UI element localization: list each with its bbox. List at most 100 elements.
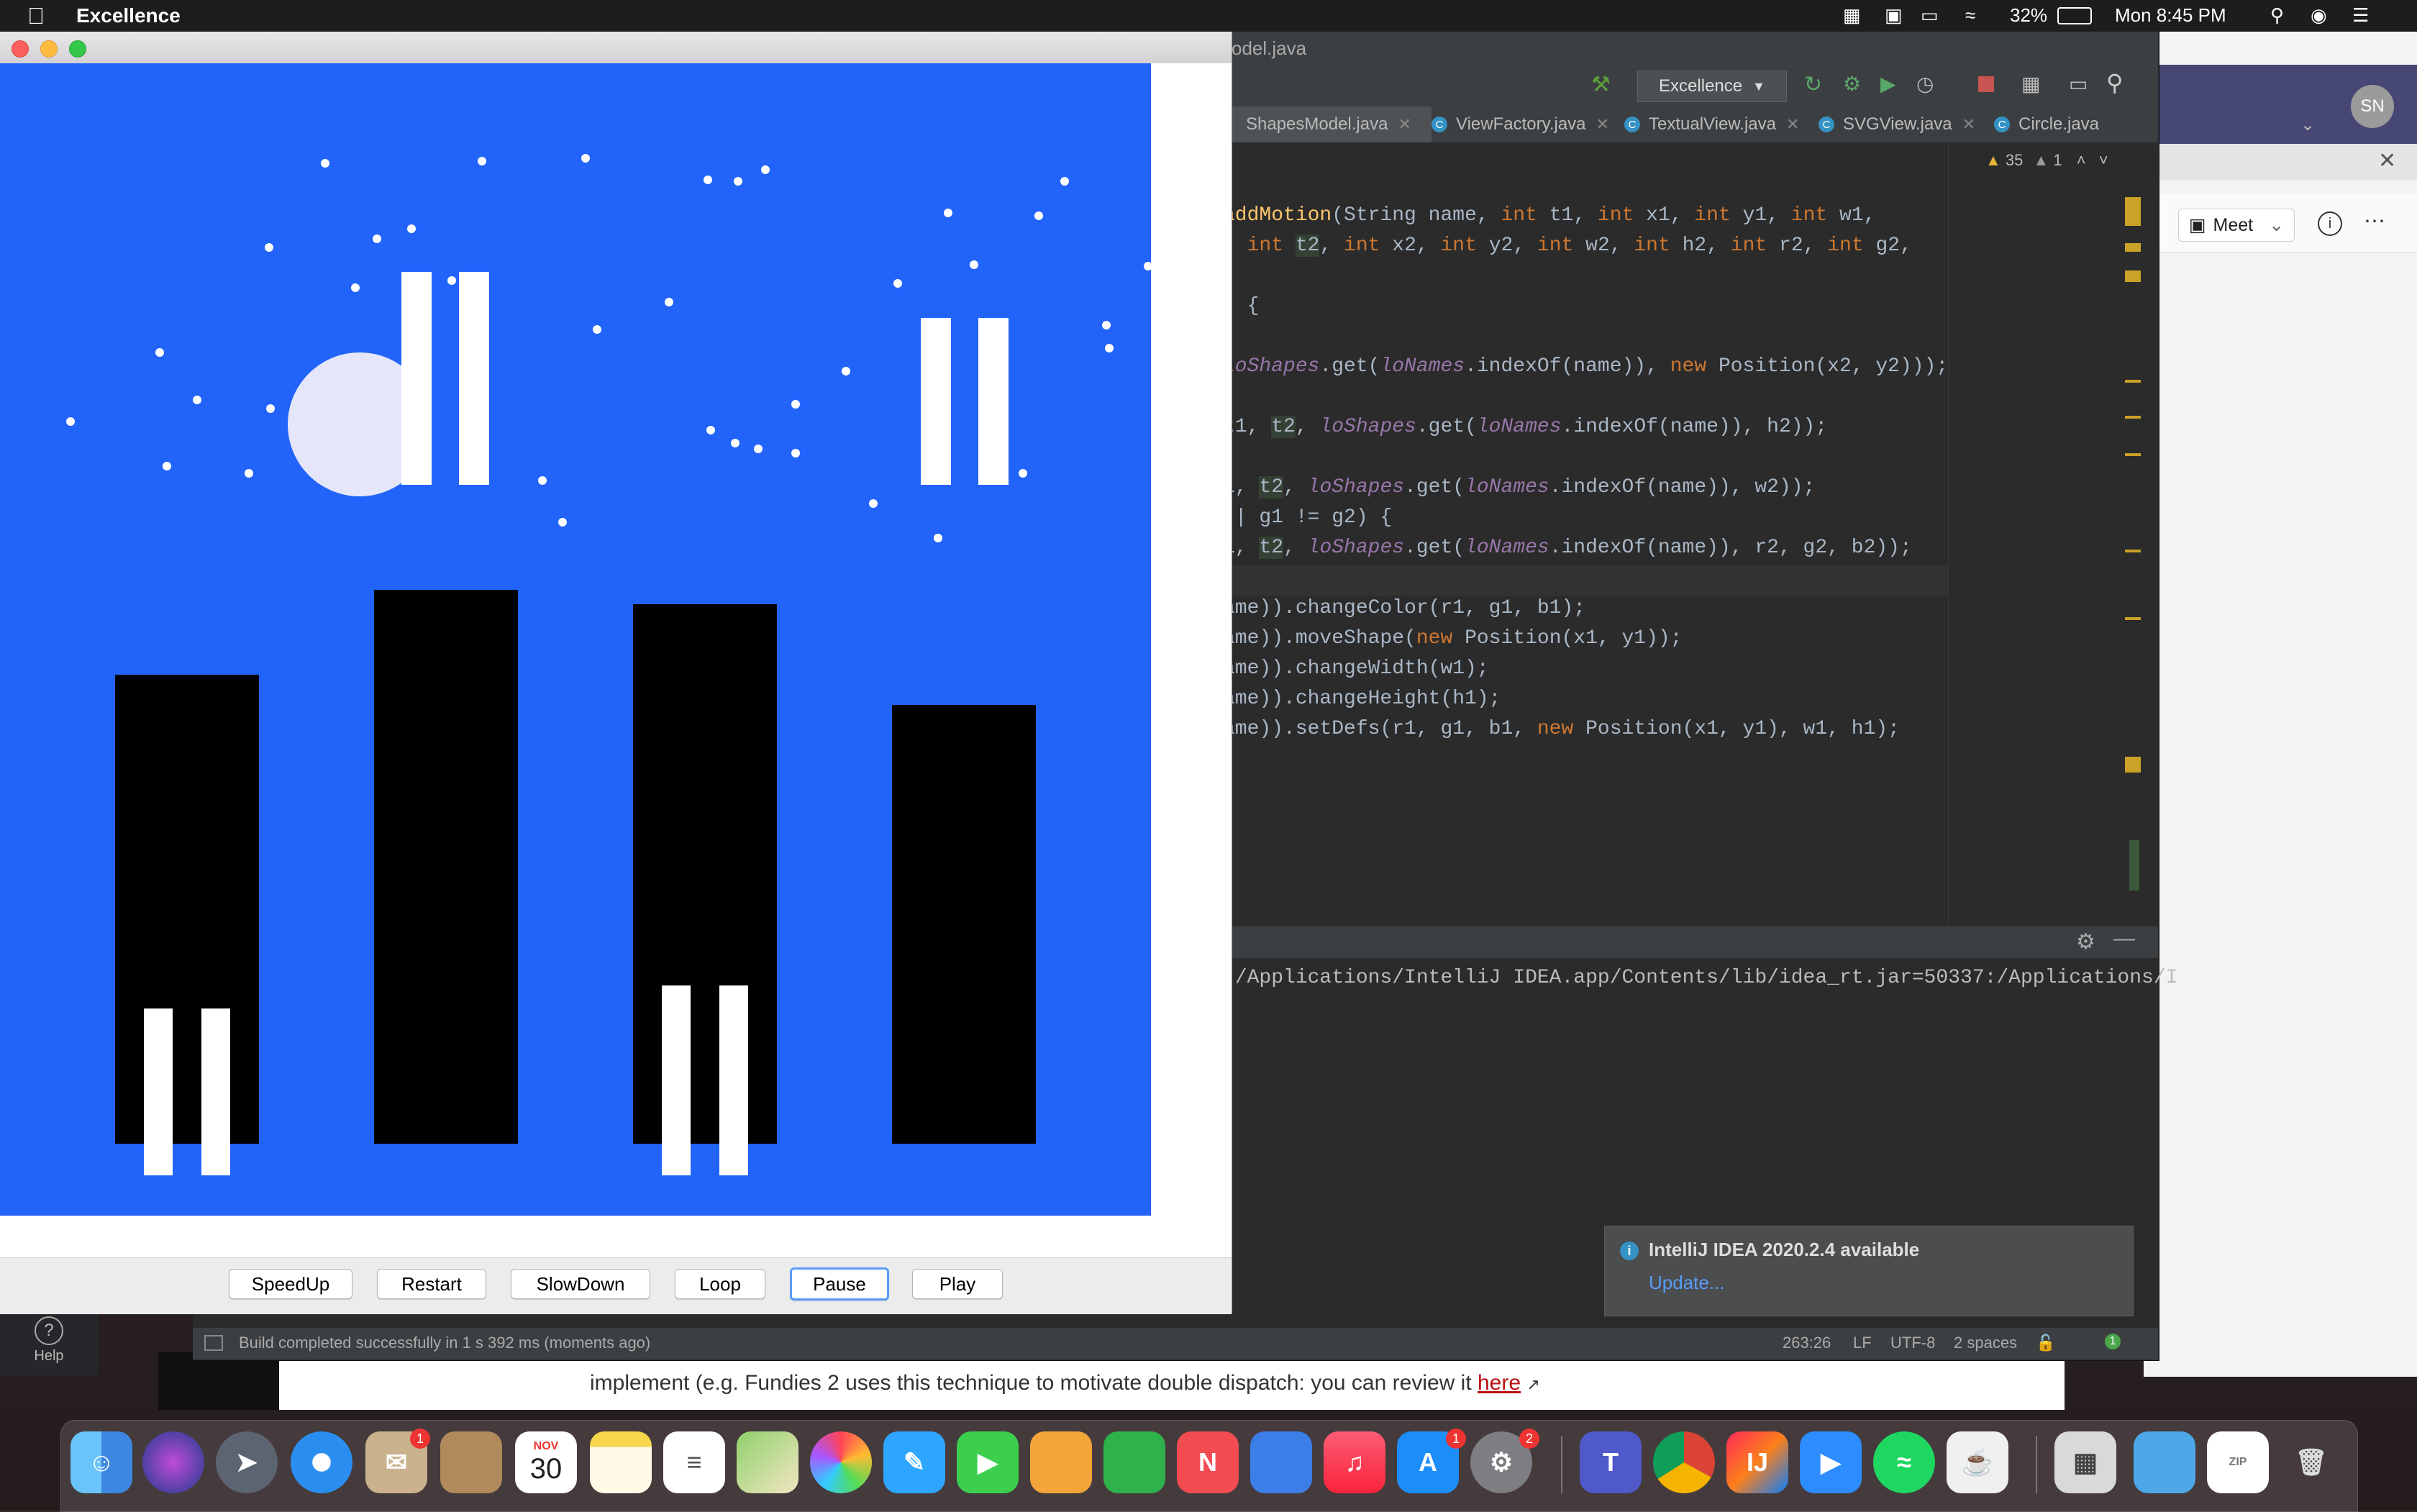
- play-button[interactable]: Play: [912, 1269, 1003, 1299]
- inspection-widget[interactable]: ▲ 35 ▲ 1 ˄ ˅: [1985, 151, 2108, 170]
- tab-viewfactory[interactable]: C ViewFactory.java ✕: [1431, 106, 1609, 142]
- star: [761, 165, 770, 174]
- minimize-window-button[interactable]: [40, 40, 58, 58]
- tab-shapesmodel[interactable]: ShapesModel.java ✕: [1229, 106, 1431, 145]
- tab-svgview[interactable]: C SVGView.java ✕: [1819, 106, 1975, 142]
- siri-icon[interactable]: ◉: [2311, 4, 2327, 27]
- event-log-badge[interactable]: 1: [2105, 1334, 2121, 1349]
- maps-icon[interactable]: [737, 1431, 798, 1493]
- here-link[interactable]: here: [1478, 1371, 1521, 1395]
- close-icon[interactable]: ✕: [1596, 115, 1609, 134]
- spotify-icon[interactable]: ≈: [1873, 1431, 1935, 1493]
- numbers-icon[interactable]: [1103, 1431, 1165, 1493]
- close-window-button[interactable]: [12, 40, 29, 58]
- finder-icon[interactable]: ☺: [70, 1431, 132, 1493]
- close-icon[interactable]: ✕: [1398, 115, 1411, 134]
- java-icon[interactable]: ☕: [1947, 1431, 2008, 1493]
- menu-bar:  Excellence ▦ ▣ ▭ ≈ 32% Mon 8:45 PM ⚲ ◉…: [0, 0, 2417, 32]
- keynote-icon[interactable]: [1250, 1431, 1312, 1493]
- zip-file-icon[interactable]: ZIP: [2207, 1431, 2269, 1493]
- airplay-icon[interactable]: ▭: [1921, 4, 1939, 27]
- chevron-up-icon[interactable]: ˄: [2077, 151, 2086, 169]
- launchpad-icon[interactable]: ➤: [216, 1431, 278, 1493]
- chevron-down-icon[interactable]: ˅: [2099, 151, 2108, 169]
- news-icon[interactable]: N: [1177, 1431, 1239, 1493]
- reminders-icon[interactable]: ≡: [663, 1431, 725, 1493]
- caret-position[interactable]: 263:26: [1783, 1334, 1831, 1352]
- avatar[interactable]: SN: [2351, 85, 2394, 128]
- project-structure-icon[interactable]: ▦: [2021, 72, 2040, 96]
- close-icon[interactable]: ✕: [2378, 148, 2396, 173]
- facetime-icon[interactable]: ▶: [957, 1431, 1019, 1493]
- clock[interactable]: Mon 8:45 PM: [2115, 4, 2226, 27]
- star: [893, 279, 902, 288]
- debug-icon[interactable]: ⚙: [1843, 72, 1861, 96]
- trash-icon[interactable]: 🗑: [2280, 1431, 2342, 1493]
- teams-icon[interactable]: T: [1580, 1431, 1642, 1493]
- restart-button[interactable]: Restart: [377, 1269, 486, 1299]
- stop-icon[interactable]: [1978, 76, 1994, 92]
- speedup-button[interactable]: SpeedUp: [229, 1269, 352, 1299]
- loop-button[interactable]: Loop: [675, 1269, 765, 1299]
- contacts-icon[interactable]: [440, 1431, 502, 1493]
- meet-button[interactable]: ▣ Meet ⌄: [2178, 209, 2295, 242]
- safari-icon[interactable]: [291, 1431, 352, 1493]
- bbedit-status-icon[interactable]: ▦: [1843, 4, 1861, 27]
- apple-menu-icon[interactable]: : [27, 3, 45, 29]
- code-line-6: 1, t2, loShapes.get(loNames.indexOf(name…: [1223, 476, 1816, 498]
- notification-center-icon[interactable]: ☰: [2352, 4, 2369, 27]
- line-separator[interactable]: LF: [1853, 1334, 1872, 1352]
- photos-icon[interactable]: [810, 1431, 872, 1493]
- chevron-down-icon[interactable]: ⌄: [2269, 214, 2284, 236]
- zoom-window-button[interactable]: [69, 40, 86, 58]
- battery-percent[interactable]: 32%: [2010, 4, 2047, 27]
- layout-icon[interactable]: ▭: [2069, 72, 2088, 96]
- file-encoding[interactable]: UTF-8: [1890, 1334, 1935, 1352]
- web-body-text: implement (e.g. Fundies 2 uses this tech…: [590, 1371, 1540, 1395]
- star: [351, 283, 360, 292]
- gear-icon[interactable]: ⚙: [2076, 929, 2095, 955]
- error-stripe[interactable]: [2122, 142, 2142, 926]
- notes-icon[interactable]: [590, 1431, 652, 1493]
- profile-icon[interactable]: ◷: [1916, 72, 1934, 96]
- search-icon[interactable]: ⚲: [2270, 4, 2284, 27]
- help-panel[interactable]: ? Help: [0, 1306, 98, 1375]
- battery-icon[interactable]: [2057, 7, 2092, 24]
- wifi-icon[interactable]: ≈: [1965, 4, 1975, 27]
- pages-icon[interactable]: [1030, 1431, 1092, 1493]
- coverage-icon[interactable]: ▶: [1880, 72, 1896, 96]
- more-icon[interactable]: ⋯: [2364, 209, 2385, 234]
- tabs-overflow-chevron-icon[interactable]: ⌄: [2300, 106, 2315, 142]
- close-icon[interactable]: ✕: [1962, 115, 1975, 134]
- info-icon[interactable]: i: [2318, 211, 2342, 236]
- chrome-icon[interactable]: [1653, 1431, 1715, 1493]
- calendar-icon[interactable]: NOV 30: [515, 1431, 577, 1493]
- tab-textualview[interactable]: C TextualView.java ✕: [1624, 106, 1799, 142]
- zoom-status-icon[interactable]: ▣: [1885, 4, 1903, 27]
- folder-icon[interactable]: [2134, 1431, 2195, 1493]
- zoom-icon[interactable]: ▶: [1800, 1431, 1862, 1493]
- intellij-icon[interactable]: IJ: [1726, 1431, 1788, 1493]
- lock-icon[interactable]: 🔓: [2036, 1334, 2055, 1352]
- run-output-line: :/Applications/IntelliJ IDEA.app/Content…: [1223, 967, 2178, 989]
- toggle-tool-windows-icon[interactable]: [204, 1335, 223, 1351]
- minimize-icon[interactable]: —: [2113, 926, 2135, 951]
- indent-setting[interactable]: 2 spaces: [1954, 1334, 2017, 1352]
- close-icon[interactable]: ✕: [1786, 115, 1799, 134]
- search-icon[interactable]: ⚲: [2106, 69, 2123, 96]
- downloads-stack-icon[interactable]: ▦: [2054, 1431, 2116, 1493]
- star: [791, 449, 800, 457]
- pause-button[interactable]: Pause: [790, 1267, 889, 1301]
- siri-icon[interactable]: [142, 1431, 204, 1493]
- status-message[interactable]: Build completed successfully in 1 s 392 …: [239, 1334, 650, 1352]
- code-line-13: ame)).setDefs(r1, g1, b1, new Position(x…: [1223, 718, 1900, 740]
- rerun-icon[interactable]: ↻: [1804, 72, 1822, 97]
- messages-icon[interactable]: ✎: [883, 1431, 945, 1493]
- run-configuration-select[interactable]: Excellence ▼: [1637, 70, 1787, 102]
- app-menu[interactable]: Excellence: [76, 4, 181, 27]
- update-link[interactable]: Update...: [1649, 1272, 1725, 1294]
- build-icon[interactable]: ⚒: [1591, 72, 1611, 97]
- tab-circle[interactable]: C Circle.java: [1994, 106, 2099, 142]
- slowdown-button[interactable]: SlowDown: [511, 1269, 650, 1299]
- music-icon[interactable]: ♫: [1324, 1431, 1385, 1493]
